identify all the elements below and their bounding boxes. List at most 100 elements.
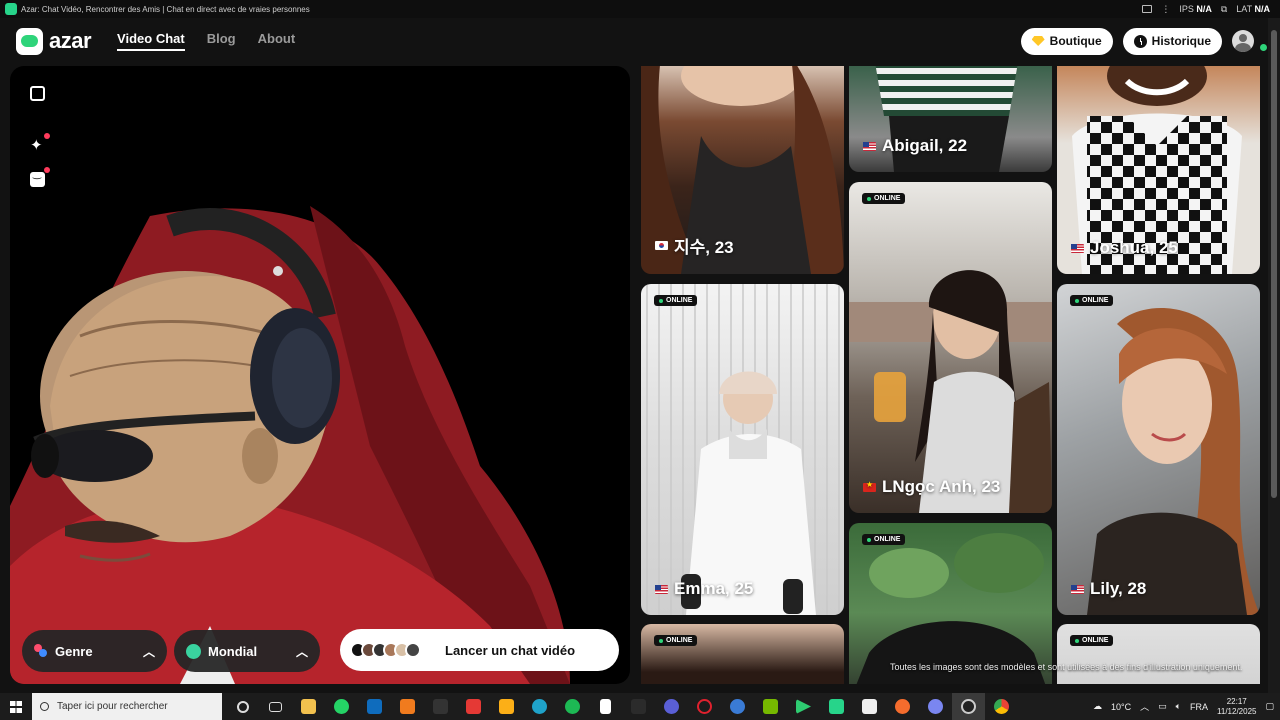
- online-badge: ONLINE: [654, 295, 698, 306]
- notification-icon[interactable]: ▢: [1265, 701, 1274, 712]
- face-filter-icon[interactable]: [30, 169, 45, 187]
- gem-icon: [1031, 36, 1045, 46]
- edge-icon[interactable]: [523, 693, 556, 720]
- weather-temp[interactable]: 10°C: [1111, 702, 1131, 712]
- app-azar-icon[interactable]: [820, 693, 853, 720]
- usa-flag-icon: [863, 141, 876, 151]
- language-indicator[interactable]: FRA: [1190, 702, 1208, 712]
- profile-name: Joshua, 25: [1071, 238, 1178, 258]
- app-origin-icon[interactable]: [886, 693, 919, 720]
- profile-name: Emma, 25: [655, 579, 753, 599]
- nav-about[interactable]: About: [258, 31, 296, 51]
- profile-card[interactable]: Joshua, 25: [1057, 66, 1260, 274]
- nvidia-icon[interactable]: [754, 693, 787, 720]
- profile-card[interactable]: ONLINE LNgọc Anh, 23: [849, 182, 1052, 513]
- effects-notification-dot: [44, 133, 50, 139]
- start-button[interactable]: [0, 693, 32, 720]
- file-explorer-icon[interactable]: [292, 693, 325, 720]
- capcut-icon[interactable]: [853, 693, 886, 720]
- usa-flag-icon: [1071, 243, 1084, 253]
- azar-logo[interactable]: azar: [16, 27, 92, 55]
- clock-date: 11/12/2025: [1217, 706, 1257, 716]
- profile-card[interactable]: ONLINE: [849, 523, 1052, 684]
- tray-chevron-icon[interactable]: ︿: [1140, 700, 1149, 713]
- start-video-chat-label: Lancer un chat vidéo: [445, 642, 576, 658]
- profile-card[interactable]: ONLINE Lily, 28: [1057, 284, 1260, 615]
- taskbar-clock[interactable]: 22:17 11/12/2025: [1217, 697, 1256, 717]
- app-red-icon[interactable]: [457, 693, 490, 720]
- rockstar-icon[interactable]: [490, 693, 523, 720]
- globe-icon: [186, 643, 201, 659]
- cortana-icon[interactable]: [226, 693, 259, 720]
- profile-gallery: 지수, 23 ONLINE Emma, 25 ONLINE Abigail, 2…: [636, 66, 1268, 684]
- avatar-stack: [350, 642, 421, 658]
- network-icon[interactable]: ▭: [1158, 701, 1167, 712]
- discord-icon[interactable]: [919, 693, 952, 720]
- online-badge: ONLINE: [654, 635, 698, 646]
- sparkle-effects-icon[interactable]: ✦: [30, 138, 45, 153]
- gender-icon: [34, 644, 48, 658]
- genre-label: Genre: [55, 643, 93, 659]
- region-label: Mondial: [208, 643, 258, 659]
- notepad-icon[interactable]: [589, 693, 622, 720]
- illustration-disclaimer: Toutes les images sont des modèles et so…: [890, 662, 1243, 672]
- app-purple-icon[interactable]: [655, 693, 688, 720]
- profile-avatar[interactable]: [1232, 30, 1254, 52]
- scrollbar-thumb[interactable]: [1271, 30, 1277, 498]
- volume-icon[interactable]: 🔈︎: [1176, 701, 1181, 712]
- spotify-icon[interactable]: [556, 693, 589, 720]
- opera-icon[interactable]: [688, 693, 721, 720]
- camera-icon[interactable]: [1142, 5, 1153, 13]
- outlook-icon[interactable]: [358, 693, 391, 720]
- ips-readout: IPS N/A: [1179, 4, 1212, 14]
- start-video-chat-button[interactable]: Lancer un chat vidéo: [340, 629, 619, 671]
- profile-card[interactable]: ONLINE Emma, 25: [641, 284, 844, 615]
- profile-card[interactable]: Abigail, 22: [849, 66, 1052, 172]
- online-badge: ONLINE: [1070, 295, 1114, 306]
- boutique-button[interactable]: Boutique: [1020, 27, 1113, 55]
- historique-button[interactable]: Historique: [1122, 27, 1222, 55]
- profile-name: LNgọc Anh, 23: [863, 477, 1000, 497]
- more-menu-icon[interactable]: ⋮: [1161, 4, 1170, 15]
- app-blue-icon[interactable]: [721, 693, 754, 720]
- expand-icon[interactable]: [30, 86, 45, 101]
- page-scrollbar[interactable]: [1268, 18, 1280, 693]
- weather-icon[interactable]: ☁: [1093, 701, 1102, 712]
- profile-card[interactable]: ONLINE: [641, 624, 844, 684]
- profile-card[interactable]: ONLINE: [1057, 624, 1260, 684]
- app-orange-icon[interactable]: [391, 693, 424, 720]
- taskbar-apps: [226, 693, 1018, 720]
- obs-icon[interactable]: [952, 693, 985, 720]
- azar-favicon-icon: [5, 3, 17, 15]
- restore-window-icon[interactable]: ⧉: [1221, 4, 1227, 15]
- task-view-icon[interactable]: [259, 693, 292, 720]
- logo-text: azar: [49, 28, 92, 53]
- browser-title: Azar: Chat Vidéo, Rencontrer des Amis | …: [21, 4, 310, 14]
- browser-titlebar: Azar: Chat Vidéo, Rencontrer des Amis | …: [0, 0, 1280, 18]
- nav-video-chat[interactable]: Video Chat: [117, 31, 185, 51]
- genre-selector[interactable]: Genre ︿: [22, 630, 167, 672]
- chevron-up-icon: ︿: [295, 644, 308, 659]
- online-badge: ONLINE: [1070, 635, 1114, 646]
- clock-icon: [1133, 34, 1147, 48]
- windows-logo-icon: [10, 700, 22, 713]
- korea-flag-icon: [655, 241, 668, 250]
- azar-logo-icon: [16, 27, 43, 55]
- profile-card[interactable]: 지수, 23: [641, 66, 844, 274]
- nav-blog[interactable]: Blog: [207, 31, 236, 51]
- historique-label: Historique: [1151, 34, 1211, 48]
- lat-readout: LAT N/A: [1236, 4, 1270, 14]
- search-placeholder: Taper ici pour rechercher: [57, 701, 168, 712]
- profile-name: Lily, 28: [1071, 579, 1146, 599]
- header-actions: Boutique Historique: [1020, 27, 1254, 55]
- app-dark-icon[interactable]: [622, 693, 655, 720]
- profile-status-dot: [1260, 44, 1267, 51]
- app-green-play-icon[interactable]: [787, 693, 820, 720]
- site-header: azar Video Chat Blog About Boutique Hist…: [0, 18, 1268, 64]
- video-panel: ✦ Genre ︿ Mondial ︿ Lancer un chat vidéo: [10, 66, 630, 684]
- whatsapp-icon[interactable]: [325, 693, 358, 720]
- app-grid-icon[interactable]: [424, 693, 457, 720]
- chrome-icon[interactable]: [985, 693, 1018, 720]
- region-selector[interactable]: Mondial ︿: [174, 630, 320, 672]
- taskbar-search[interactable]: Taper ici pour rechercher: [32, 693, 222, 720]
